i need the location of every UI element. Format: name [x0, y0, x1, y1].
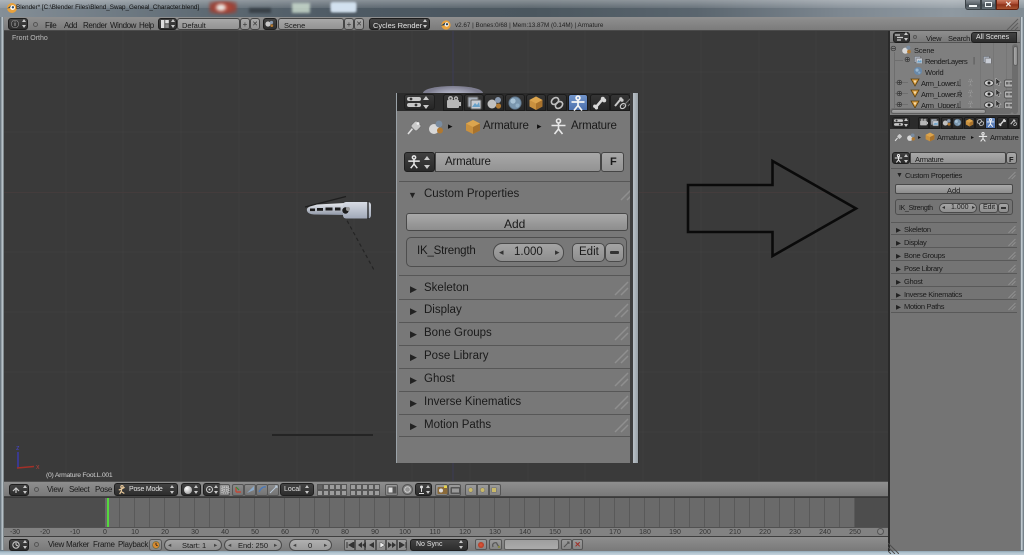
- svg-text:x: x: [36, 464, 40, 471]
- svg-text:z: z: [16, 445, 20, 452]
